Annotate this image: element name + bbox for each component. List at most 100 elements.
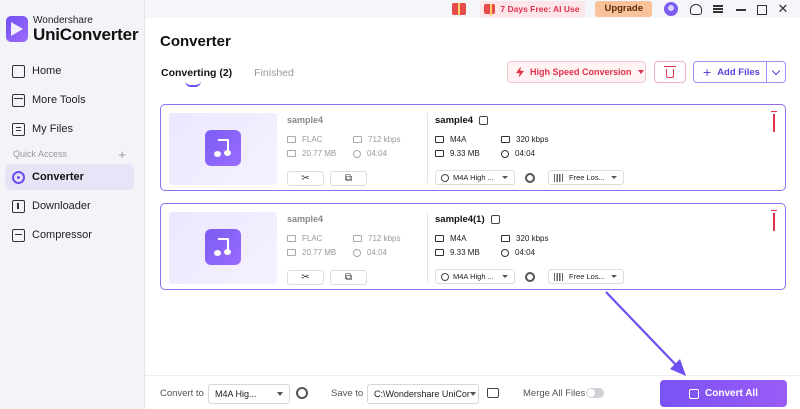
crop-button[interactable]: ⧉ [330, 270, 367, 285]
upgrade-button[interactable]: Upgrade [595, 1, 652, 17]
folder-icon [287, 249, 296, 256]
preset-icon [441, 173, 449, 182]
bitrate-icon [501, 235, 510, 242]
clock-icon [353, 248, 361, 257]
sidebar-item-more-tools[interactable]: More Tools [5, 87, 134, 113]
file-card[interactable]: sample4 FLAC 712 kbps 20.77 MB 04:04 ✂ ⧉… [160, 104, 786, 191]
output-bitrate-value: 320 kbps [516, 135, 549, 144]
add-files-dropdown[interactable] [766, 61, 786, 83]
save-to-value: C:\Wondershare UniCor [374, 389, 470, 399]
audio-track-select[interactable]: Free Los... [548, 269, 624, 284]
delete-all-button[interactable] [654, 61, 686, 83]
maximize-icon[interactable] [757, 5, 767, 15]
edit-icon[interactable] [490, 215, 500, 224]
trim-button[interactable]: ✂ [287, 270, 324, 285]
folder-icon[interactable] [487, 388, 499, 398]
add-files-button[interactable]: + Add Files [693, 61, 767, 83]
brand: Wondershare UniConverter [0, 0, 144, 48]
avatar[interactable] [664, 2, 678, 16]
output-file-name-value: sample4(1) [435, 214, 485, 225]
settings-button[interactable] [522, 269, 537, 284]
tab-finished[interactable]: Finished [254, 67, 294, 79]
caret-down-icon [611, 275, 617, 278]
music-note-icon [205, 130, 241, 166]
tab-bar: Converting (2) Finished [161, 67, 316, 87]
convert-all-button[interactable]: Convert All [660, 380, 787, 407]
caret-down-icon [611, 176, 617, 179]
source-duration: 04:04 [353, 149, 387, 158]
bitrate-icon [501, 136, 510, 143]
quick-access-label: Quick Access [13, 149, 68, 159]
tab-converting[interactable]: Converting (2) [161, 67, 232, 87]
sidebar: Wondershare UniConverter Home More Tools… [0, 0, 145, 409]
crop-icon: ⧉ [344, 272, 353, 283]
convert-to-select[interactable]: M4A Hig... [208, 384, 290, 404]
settings-button[interactable] [522, 170, 537, 185]
file-card[interactable]: sample4 FLAC 712 kbps 20.77 MB 04:04 ✂ ⧉… [160, 203, 786, 290]
plus-icon[interactable]: + [118, 147, 126, 162]
crop-button[interactable]: ⧉ [330, 171, 367, 186]
format-icon [435, 235, 444, 242]
delete-file-button[interactable] [773, 114, 775, 132]
convert-icon [689, 388, 700, 399]
format-settings-gear-icon[interactable] [296, 387, 308, 399]
source-duration-value: 04:04 [367, 248, 388, 257]
output-bitrate: 320 kbps [501, 135, 548, 144]
edit-icon[interactable] [479, 116, 489, 125]
delete-file-button[interactable] [773, 213, 775, 231]
save-to-select[interactable]: C:\Wondershare UniCor [367, 384, 479, 404]
output-preset-value: M4A High ... [453, 272, 494, 281]
sidebar-item-my-files[interactable]: My Files [5, 116, 134, 142]
bitrate-icon [353, 136, 362, 143]
clock-icon [501, 149, 509, 158]
quick-access-header: Quick Access + [0, 146, 144, 162]
output-size-value: 9.33 MB [450, 149, 480, 158]
trim-button[interactable]: ✂ [287, 171, 324, 186]
caret-down-icon [277, 392, 283, 396]
clock-icon [501, 248, 509, 257]
source-bitrate-value: 712 kbps [368, 234, 401, 243]
audio-track-select[interactable]: Free Los... [548, 170, 624, 185]
audio-wave-icon [554, 173, 564, 182]
download-icon [12, 199, 25, 213]
crop-icon: ⧉ [344, 173, 353, 184]
sidebar-item-compressor[interactable]: Compressor [5, 222, 134, 248]
source-size-value: 20.77 MB [302, 248, 337, 257]
output-preset-select[interactable]: M4A High ... [435, 170, 515, 185]
source-format-value: FLAC [302, 234, 323, 243]
source-duration-value: 04:04 [367, 149, 388, 158]
brand-vendor: Wondershare [33, 14, 93, 26]
sidebar-item-label: Downloader [32, 200, 91, 212]
trash-icon [773, 213, 775, 231]
merge-all-files-toggle[interactable] [586, 388, 604, 398]
caret-down-icon [469, 392, 476, 396]
headset-icon[interactable] [690, 3, 702, 15]
sidebar-item-label: Home [32, 65, 62, 77]
output-file-name[interactable]: sample4(1) [435, 214, 500, 225]
high-speed-conversion-button[interactable]: High Speed Conversion [507, 61, 646, 83]
compress-icon [12, 228, 25, 242]
close-icon[interactable]: ✕ [776, 2, 790, 16]
output-duration-value: 04:04 [515, 248, 536, 257]
output-preset-select[interactable]: M4A High ... [435, 269, 515, 284]
main-panel: Converter Converting (2) Finished High S… [145, 18, 800, 409]
minimize-icon[interactable] [734, 2, 748, 16]
sidebar-item-home[interactable]: Home [5, 58, 134, 84]
output-size: 9.33 MB [435, 248, 480, 257]
output-file-name[interactable]: sample4 [435, 115, 489, 126]
converter-icon [12, 170, 25, 184]
output-duration: 04:04 [501, 248, 535, 257]
free-trial-badge[interactable]: 7 Days Free: AI Use [480, 1, 586, 17]
file-thumbnail [169, 212, 277, 284]
home-icon [12, 64, 25, 78]
divider [427, 212, 428, 282]
output-duration-value: 04:04 [515, 149, 536, 158]
lightning-icon [516, 66, 524, 78]
menu-icon[interactable] [711, 2, 725, 16]
gift-icon[interactable] [452, 3, 467, 15]
sidebar-item-downloader[interactable]: Downloader [5, 193, 134, 219]
output-format-value: M4A [450, 135, 467, 144]
folder-icon [287, 150, 296, 157]
audio-track-value: Free Los... [569, 173, 605, 182]
sidebar-item-converter[interactable]: Converter [5, 164, 134, 190]
